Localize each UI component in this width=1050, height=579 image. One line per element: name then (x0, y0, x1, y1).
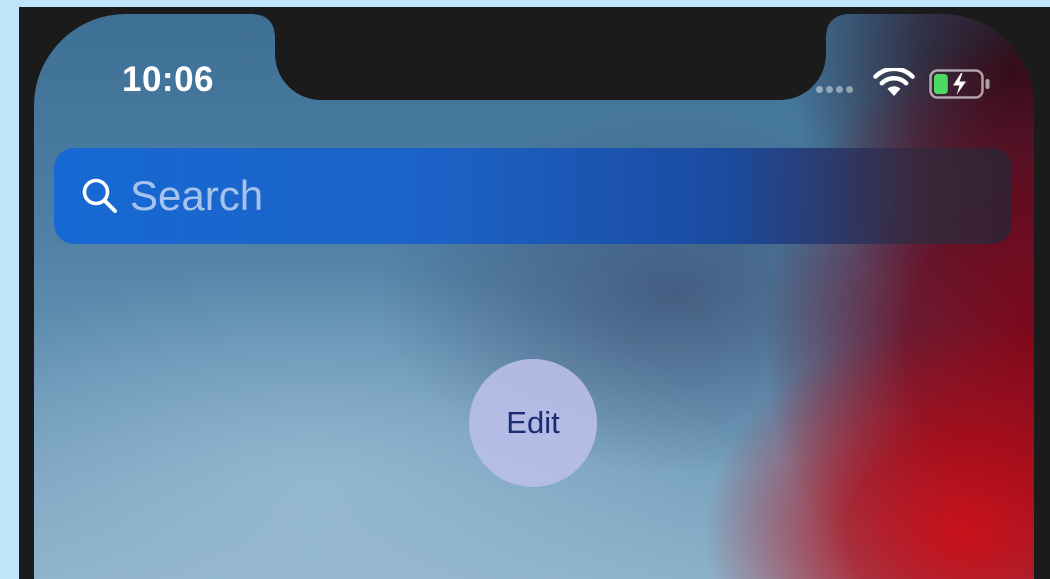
status-icons (816, 66, 1016, 100)
search-input[interactable] (130, 166, 950, 226)
battery-charging-icon (929, 69, 990, 99)
edit-button[interactable]: Edit (469, 359, 597, 487)
wifi-icon (873, 68, 915, 96)
phone-frame: 10:06 Search Edit (19, 7, 1050, 579)
device-notch (255, 14, 846, 100)
home-screen-wallpaper: 10:06 Search Edit (34, 14, 1034, 579)
cellular-signal-icon (816, 86, 864, 94)
battery-level-fill (934, 74, 948, 94)
status-time: 10:06 (122, 60, 215, 99)
search-icon (82, 178, 117, 213)
edit-button-label: Edit (506, 405, 560, 440)
search-bar[interactable] (54, 148, 1012, 244)
page-background: 10:06 Search Edit (0, 0, 1050, 579)
